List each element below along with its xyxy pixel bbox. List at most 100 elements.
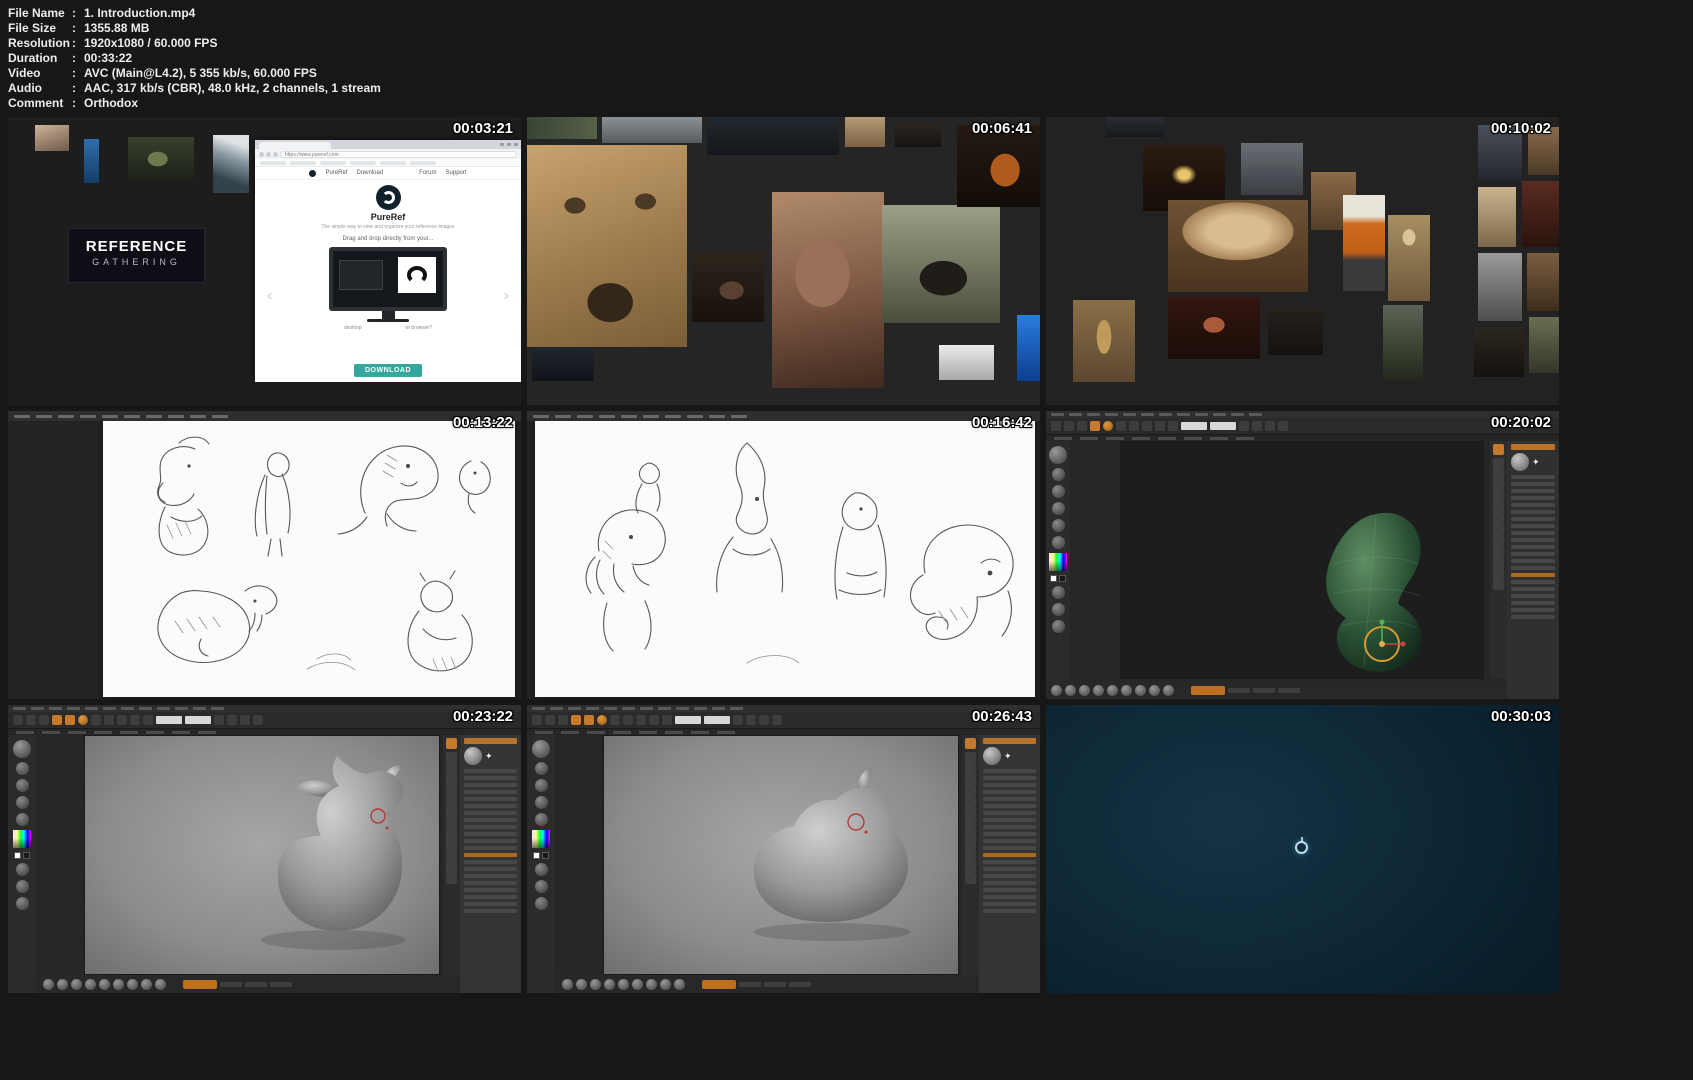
- menu-item-placeholder: [730, 707, 743, 710]
- monitor-screen: [333, 251, 443, 307]
- creature-sketch-hippo-man: [157, 436, 210, 556]
- shelf-icon: [446, 873, 457, 884]
- shelf-icon: [446, 829, 457, 840]
- photo-strip: [527, 117, 597, 139]
- meta-row-audio: Audio: AAC, 317 kb/s (CBR), 48.0 kHz, 2 c…: [8, 81, 381, 96]
- menu-item-placeholder: [67, 707, 80, 710]
- panel-row: [983, 790, 1036, 794]
- browser-mini: [398, 257, 436, 293]
- panel-row: [1511, 531, 1555, 535]
- tool-icon: [1129, 421, 1139, 431]
- subbar-item: [1106, 436, 1124, 440]
- photo-dark-scene: [1268, 307, 1323, 355]
- tool-icon: [649, 715, 659, 725]
- swatch-black: [1059, 575, 1066, 582]
- toolbar-group: [214, 715, 263, 725]
- color-swatches: [533, 852, 549, 859]
- zbrush-menu-bar: [8, 705, 521, 712]
- creature-sketch-elephant-head: [909, 524, 1014, 640]
- photo-hippo-large: [772, 192, 884, 388]
- file-metadata: File Name:1. Introduction.mp4 File Size:…: [8, 6, 381, 111]
- palette-icon: [1051, 519, 1065, 532]
- palette-icon: [1051, 620, 1065, 633]
- shelf-icon: [1493, 458, 1504, 469]
- menu-item-placeholder: [1177, 413, 1190, 416]
- menu-item-placeholder: [1087, 413, 1100, 416]
- menu-item-placeholder: [1051, 413, 1064, 416]
- bookmarks-bar: [255, 159, 521, 167]
- photo-hippo-small: [692, 252, 764, 322]
- meta-row-video: Video: AVC (Main@L4.2), 5 355 kb/s, 60.00…: [8, 66, 381, 81]
- browser-tab: [259, 142, 331, 149]
- panel-row: [464, 832, 517, 836]
- timestamp: 00:10:02: [1490, 120, 1551, 137]
- site-hero: PureRef The simple way to view and organ…: [255, 185, 521, 382]
- reference-card-subtitle: GATHERING: [92, 257, 181, 267]
- tool-icon: [759, 715, 769, 725]
- photo-dark-scene: [1106, 117, 1164, 137]
- panel-row: [983, 909, 1036, 913]
- subbar-item: [94, 730, 112, 734]
- thumb-5-creature-sketches-2: 00:16:42: [527, 411, 1040, 699]
- photo-portrait: [1527, 253, 1559, 311]
- shelf-icon: [965, 774, 976, 785]
- panel-rows: [1511, 580, 1555, 619]
- panel-header: [1511, 444, 1555, 450]
- meta-colon: :: [72, 36, 76, 50]
- menu-item-placeholder: [599, 414, 615, 418]
- shelf-icon: [1493, 579, 1504, 590]
- panel-row: [464, 804, 517, 808]
- meta-row-filename: File Name:1. Introduction.mp4: [8, 6, 381, 21]
- menu-item-placeholder: [665, 414, 681, 418]
- palette-icon: [1051, 468, 1065, 481]
- timestamp: 00:06:41: [971, 120, 1032, 137]
- orange-button: [702, 979, 736, 989]
- tool-icon: [1051, 421, 1061, 431]
- carousel-left-icon: ‹: [267, 287, 272, 304]
- photo-dark: [532, 347, 594, 381]
- shelf-icon: [1493, 524, 1504, 535]
- back-icon: [259, 151, 264, 157]
- monitor-graphic: [329, 247, 447, 311]
- menu-item-placeholder: [621, 414, 637, 418]
- shelf-icon: [446, 763, 457, 774]
- right-shelf: [443, 735, 460, 975]
- menu-item-placeholder: [211, 707, 224, 710]
- tool-icon: [532, 715, 542, 725]
- toolbar-group: [610, 715, 672, 725]
- active-tool-icon: [571, 715, 581, 725]
- panel-row: [1511, 594, 1555, 598]
- bookmark-item: [410, 160, 436, 165]
- app-menu-bar: [527, 411, 1040, 421]
- panel-header: [464, 738, 517, 744]
- status-bar-item: [270, 981, 292, 987]
- toolbar-group: [1051, 421, 1087, 431]
- swatch-black: [542, 852, 549, 859]
- bottom-toolbar: [557, 975, 979, 993]
- thumb-8-zbrush-sculpt-2: ✦ 00:26:43: [527, 705, 1040, 993]
- shelf-icon: [446, 807, 457, 818]
- bottom-toolbar: [38, 975, 460, 993]
- menu-item-placeholder: [658, 707, 671, 710]
- toolbar-group: [733, 715, 782, 725]
- panel-row: [464, 776, 517, 780]
- photo-boba: [1383, 305, 1423, 381]
- brush-icon: [1093, 684, 1104, 696]
- reference-image-whale-tail: [213, 135, 249, 193]
- tool-icon: [1155, 421, 1165, 431]
- meta-label: Video: [8, 66, 41, 80]
- tool-icon: [1077, 421, 1087, 431]
- palette-icon: [15, 796, 29, 809]
- subbar-item: [1184, 436, 1202, 440]
- shelf-icon: [1493, 513, 1504, 524]
- menu-item-placeholder: [175, 707, 188, 710]
- subbar-item: [561, 730, 579, 734]
- photo-pilot: [1343, 195, 1385, 291]
- photo-strip: [895, 123, 941, 147]
- brush-icon: [660, 978, 671, 990]
- subbar-item: [717, 730, 735, 734]
- menu-item-placeholder: [731, 414, 747, 418]
- menu-item-placeholder: [550, 707, 563, 710]
- shelf-icon: [965, 840, 976, 851]
- panel-row: [1511, 489, 1555, 493]
